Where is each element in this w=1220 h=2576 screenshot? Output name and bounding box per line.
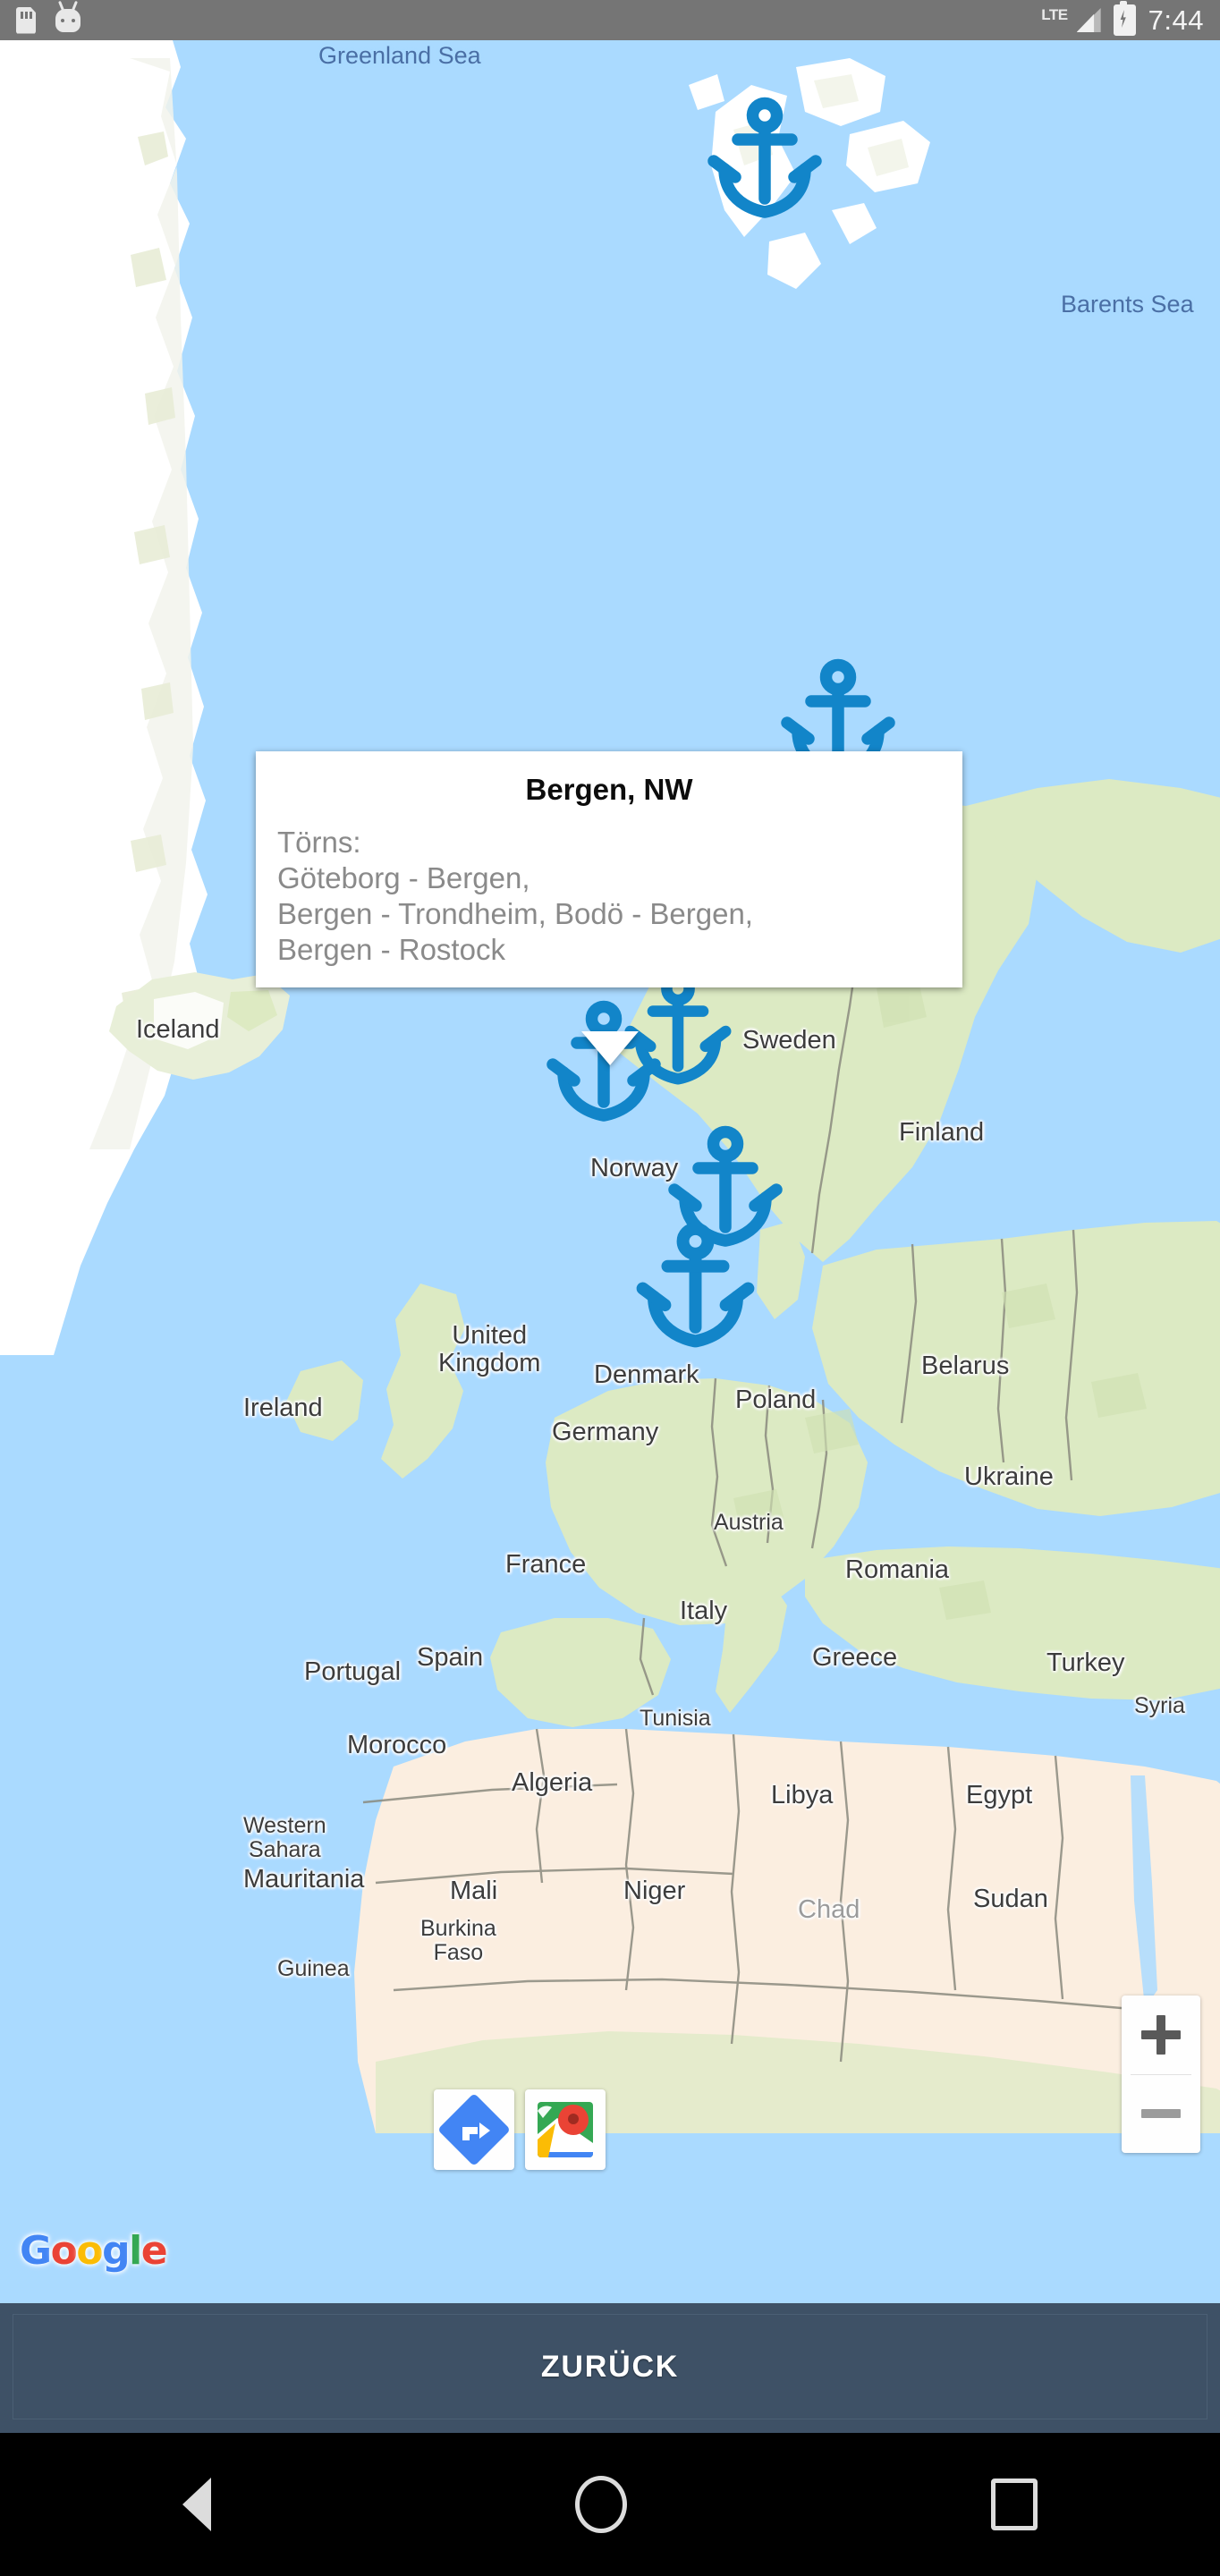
google-map-canvas[interactable]: Greenland Sea Barents Sea Iceland Sweden… <box>0 40 1220 2303</box>
zoom-control-divider <box>1131 2074 1191 2075</box>
country-label-egypt: Egypt <box>966 1781 1033 1809</box>
google-logo-letter: o <box>50 2228 78 2274</box>
zoom-out-button[interactable] <box>1122 2074 1200 2153</box>
country-label-turkey: Turkey <box>1046 1648 1125 1677</box>
lte-icon: LTE <box>1041 6 1068 23</box>
country-label-burkina-faso: Burkina Faso <box>420 1916 496 1965</box>
country-label-france: France <box>505 1550 587 1579</box>
sd-card-icon <box>16 6 36 34</box>
android-navigation-bar <box>0 2433 1220 2576</box>
google-logo: Google <box>20 2232 168 2271</box>
google-logo-letter: g <box>102 2228 131 2274</box>
open-google-maps-button[interactable] <box>525 2089 606 2170</box>
country-label-germany: Germany <box>552 1418 659 1446</box>
status-bar-right-icons: LTE 7:44 <box>1041 1 1204 36</box>
country-label-syria: Syria <box>1134 1693 1185 1718</box>
country-label-italy: Italy <box>680 1597 728 1625</box>
battery-charging-icon <box>1113 1 1136 36</box>
google-logo-letter: l <box>129 2228 142 2274</box>
google-logo-letter: G <box>20 2228 52 2274</box>
anchor-marker-svalbard[interactable] <box>698 94 832 228</box>
country-label-denmark: Denmark <box>594 1360 699 1389</box>
country-label-algeria: Algeria <box>512 1768 593 1797</box>
zoom-controls[interactable] <box>1122 1996 1200 2153</box>
info-window-tail <box>581 1031 639 1065</box>
country-label-finland: Finland <box>899 1118 985 1147</box>
country-label-western-sahara: Western Sahara <box>243 1813 326 1862</box>
country-label-ukraine: Ukraine <box>964 1462 1054 1491</box>
country-label-libya: Libya <box>771 1781 834 1809</box>
google-logo-letter: o <box>76 2228 103 2274</box>
country-label-sweden: Sweden <box>742 1026 836 1055</box>
google-logo-letter: e <box>140 2228 168 2274</box>
country-label-spain: Spain <box>417 1643 484 1672</box>
country-label-portugal: Portugal <box>304 1657 402 1686</box>
google-maps-pin-icon <box>538 2102 593 2157</box>
country-label-guinea: Guinea <box>277 1956 350 1981</box>
zurueck-button[interactable]: ZURÜCK <box>13 2314 1207 2419</box>
country-label-poland: Poland <box>735 1385 817 1414</box>
country-label-mauritania: Mauritania <box>243 1865 365 1894</box>
plus-icon <box>1141 2015 1181 2055</box>
directions-icon <box>436 2092 512 2167</box>
info-window-title: Bergen, NW <box>525 773 693 806</box>
android-marshmallow-icon <box>55 8 80 32</box>
minus-icon <box>1141 2109 1181 2118</box>
info-window-body: Törns: Göteborg - Bergen, Bergen - Trond… <box>277 826 753 966</box>
home-nav-button[interactable] <box>574 2476 627 2533</box>
country-label-romania: Romania <box>845 1555 950 1584</box>
country-label-morocco: Morocco <box>347 1731 447 1759</box>
sea-label: Greenland Sea <box>318 42 481 69</box>
status-bar: LTE 7:44 <box>0 0 1220 40</box>
status-bar-left-icons <box>16 6 80 34</box>
country-label-niger: Niger <box>623 1877 686 1905</box>
bottom-action-bar: ZURÜCK <box>0 2303 1220 2433</box>
greenland-landmass <box>0 40 208 1355</box>
country-label-sudan: Sudan <box>973 1885 1048 1913</box>
signal-icon <box>1076 8 1101 32</box>
anchor-marker-rostock[interactable] <box>626 1219 765 1358</box>
country-label-united-kingdom: United Kingdom <box>438 1321 541 1378</box>
sea-label: Barents Sea <box>1061 291 1194 318</box>
zoom-in-button[interactable] <box>1122 1996 1200 2074</box>
country-label-ireland: Ireland <box>243 1394 323 1422</box>
status-bar-clock: 7:44 <box>1148 4 1204 36</box>
recents-nav-button[interactable] <box>991 2479 1038 2530</box>
country-label-iceland: Iceland <box>136 1015 220 1044</box>
country-label-tunisia: Tunisia <box>640 1706 711 1731</box>
directions-button[interactable] <box>434 2089 514 2170</box>
country-label-mali: Mali <box>450 1877 498 1905</box>
country-label-austria: Austria <box>714 1510 784 1535</box>
country-label-greece: Greece <box>812 1643 898 1672</box>
turn-right-arrow-icon <box>459 2114 490 2145</box>
country-label-chad: Chad <box>798 1895 860 1924</box>
back-nav-button[interactable] <box>182 2478 211 2531</box>
country-label-belarus: Belarus <box>921 1352 1010 1380</box>
zurueck-button-label: ZURÜCK <box>540 2349 680 2384</box>
map-info-window[interactable]: Bergen, NW Törns: Göteborg - Bergen, Ber… <box>256 751 962 987</box>
